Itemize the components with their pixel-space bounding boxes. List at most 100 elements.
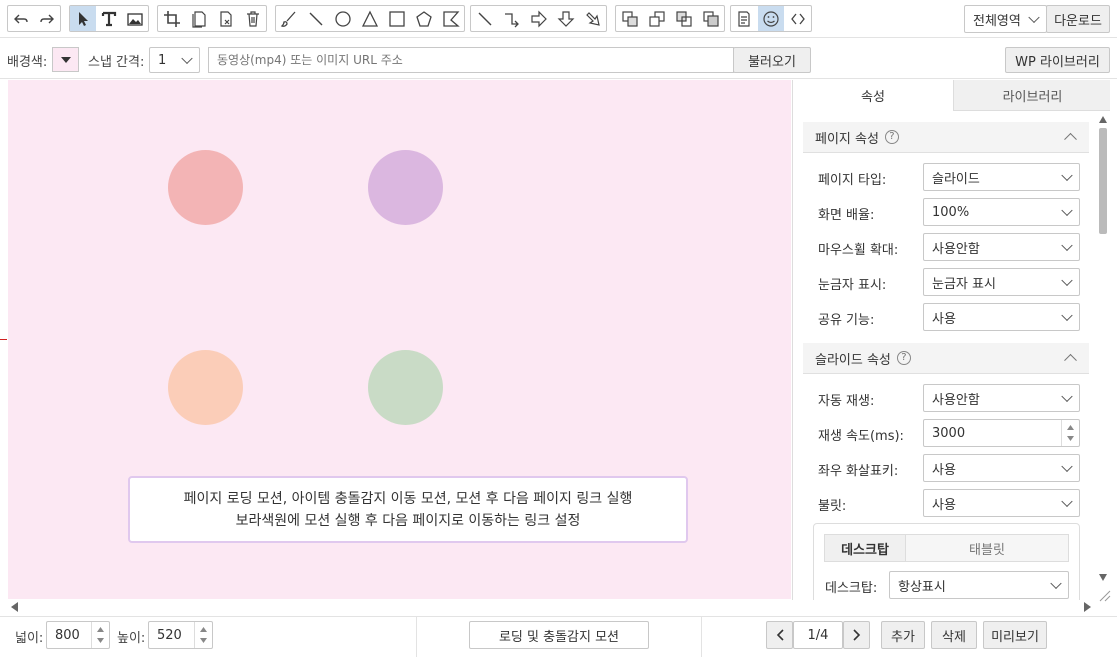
desktop-select[interactable]: 항상표시 xyxy=(889,571,1069,599)
media-url-input[interactable] xyxy=(208,47,734,73)
scroll-left-icon[interactable] xyxy=(10,602,20,612)
select-arrow-icon[interactable] xyxy=(70,6,96,31)
wp-library-button[interactable]: WP 라이브러리 xyxy=(1005,47,1110,73)
stepper-buttons[interactable] xyxy=(194,622,212,648)
line-icon[interactable] xyxy=(303,6,330,31)
send-back-icon[interactable] xyxy=(697,6,724,31)
chevron-down-icon xyxy=(1061,309,1073,322)
circle-icon[interactable] xyxy=(330,6,357,31)
slide-section-header[interactable]: 슬라이드 속성 ? xyxy=(803,343,1089,374)
code-icon[interactable] xyxy=(784,6,811,31)
chevron-down-icon xyxy=(1061,169,1073,182)
share-label: 공유 기능: xyxy=(818,313,875,328)
step-down-icon[interactable] xyxy=(200,638,207,643)
caret-down-icon xyxy=(60,56,71,63)
resize-grip-icon[interactable] xyxy=(1097,588,1111,602)
chevron-down-icon xyxy=(1050,577,1062,590)
speed-value: 3000 xyxy=(932,425,966,441)
preview-button[interactable]: 미리보기 xyxy=(983,621,1047,649)
connector-icon[interactable] xyxy=(498,6,525,31)
snap-label: 스냅 간격: xyxy=(88,55,145,70)
bg-color-picker[interactable] xyxy=(52,47,79,72)
emoji-icon[interactable] xyxy=(757,6,785,31)
load-button[interactable]: 불러오기 xyxy=(733,47,811,73)
scroll-thumb[interactable] xyxy=(1099,128,1107,234)
diagonal-line-icon[interactable] xyxy=(471,6,498,31)
snap-select[interactable]: 1 xyxy=(149,47,200,73)
height-stepper[interactable]: 520 xyxy=(148,621,213,649)
help-icon[interactable]: ? xyxy=(884,130,899,144)
horizontal-scrollbar[interactable] xyxy=(8,600,1098,614)
height-label: 높이: xyxy=(117,631,146,646)
download-button[interactable]: 다운로드 xyxy=(1046,5,1110,33)
brush-icon[interactable] xyxy=(276,6,303,31)
tab-library[interactable]: 라이브러리 xyxy=(953,80,1110,111)
autoplay-select[interactable]: 사용안함 xyxy=(923,384,1080,412)
snap-value: 1 xyxy=(158,52,167,68)
speed-stepper[interactable]: 3000 xyxy=(923,419,1080,447)
tab-desktop[interactable]: 데스크탑 xyxy=(824,534,906,562)
red-circle[interactable] xyxy=(168,150,243,225)
page-section-header[interactable]: 페이지 속성 ? xyxy=(803,122,1089,153)
tab-tablet[interactable]: 태블릿 xyxy=(906,534,1069,562)
purple-circle[interactable] xyxy=(368,150,443,225)
send-backward-icon[interactable] xyxy=(670,6,697,31)
chevron-down-icon xyxy=(1061,390,1073,403)
next-page-button[interactable] xyxy=(843,621,870,649)
square-icon[interactable] xyxy=(383,6,410,31)
tab-properties[interactable]: 속성 xyxy=(793,80,953,111)
green-circle[interactable] xyxy=(368,350,443,425)
step-up-icon[interactable] xyxy=(1067,425,1074,430)
help-icon[interactable]: ? xyxy=(896,351,911,365)
caption-box[interactable]: 페이지 로딩 모션, 아이템 충돌감지 이동 모션, 모션 후 다음 페이지 링… xyxy=(128,476,688,543)
stepper-buttons[interactable] xyxy=(1061,420,1079,446)
trash-icon[interactable] xyxy=(239,6,266,31)
step-up-icon[interactable] xyxy=(97,627,104,632)
paste-icon[interactable] xyxy=(212,6,239,31)
image-icon[interactable] xyxy=(122,6,148,31)
orange-circle[interactable] xyxy=(168,350,243,425)
bring-front-icon[interactable] xyxy=(616,6,643,31)
crop-icon[interactable] xyxy=(158,6,185,31)
width-stepper[interactable]: 800 xyxy=(46,621,110,649)
triangle-icon[interactable] xyxy=(357,6,384,31)
pentagon-icon[interactable] xyxy=(410,6,437,31)
page-icon[interactable] xyxy=(731,6,758,31)
page-type-label: 페이지 타입: xyxy=(818,173,887,188)
width-label: 넓이: xyxy=(15,631,44,646)
ruler-select[interactable]: 눈금자 표시 xyxy=(923,268,1080,296)
area-select[interactable]: 전체영역 xyxy=(964,5,1047,33)
step-down-icon[interactable] xyxy=(97,638,104,643)
arrow-right-icon[interactable] xyxy=(525,6,552,31)
motion-button[interactable]: 로딩 및 충돌감지 모션 xyxy=(469,621,649,649)
copy-icon[interactable] xyxy=(185,6,212,31)
zoom-value: 100% xyxy=(932,204,970,220)
step-down-icon[interactable] xyxy=(1067,436,1074,441)
bring-forward-icon[interactable] xyxy=(643,6,670,31)
bullet-select[interactable]: 사용 xyxy=(923,489,1080,517)
arrow-down-icon[interactable] xyxy=(552,6,579,31)
arrow-keys-select[interactable]: 사용 xyxy=(923,454,1080,482)
step-up-icon[interactable] xyxy=(200,627,207,632)
redo-icon[interactable] xyxy=(34,6,60,31)
zoom-select[interactable]: 100% xyxy=(923,198,1080,226)
text-icon[interactable] xyxy=(96,6,122,31)
prev-page-button[interactable] xyxy=(766,621,793,649)
undo-icon[interactable] xyxy=(8,6,34,31)
shape-group xyxy=(275,5,465,32)
add-page-button[interactable]: 추가 xyxy=(881,621,925,649)
page-type-select[interactable]: 슬라이드 xyxy=(923,163,1080,191)
scroll-right-icon[interactable] xyxy=(1082,602,1092,612)
share-select[interactable]: 사용 xyxy=(923,303,1080,331)
vertical-scrollbar[interactable] xyxy=(1097,116,1109,586)
zoom-label: 화면 배율: xyxy=(818,208,875,223)
scroll-down-icon[interactable] xyxy=(1099,574,1107,581)
chevron-right-icon xyxy=(852,629,860,641)
arrow-diagonal-icon[interactable] xyxy=(579,6,606,31)
scroll-up-icon[interactable] xyxy=(1099,116,1107,123)
slide-canvas[interactable]: 페이지 로딩 모션, 아이템 충돌감지 이동 모션, 모션 후 다음 페이지 링… xyxy=(8,80,791,599)
delete-page-button[interactable]: 삭제 xyxy=(931,621,977,649)
stepper-buttons[interactable] xyxy=(91,622,109,648)
wheel-zoom-select[interactable]: 사용안함 xyxy=(923,233,1080,261)
polyline-icon[interactable] xyxy=(437,6,464,31)
